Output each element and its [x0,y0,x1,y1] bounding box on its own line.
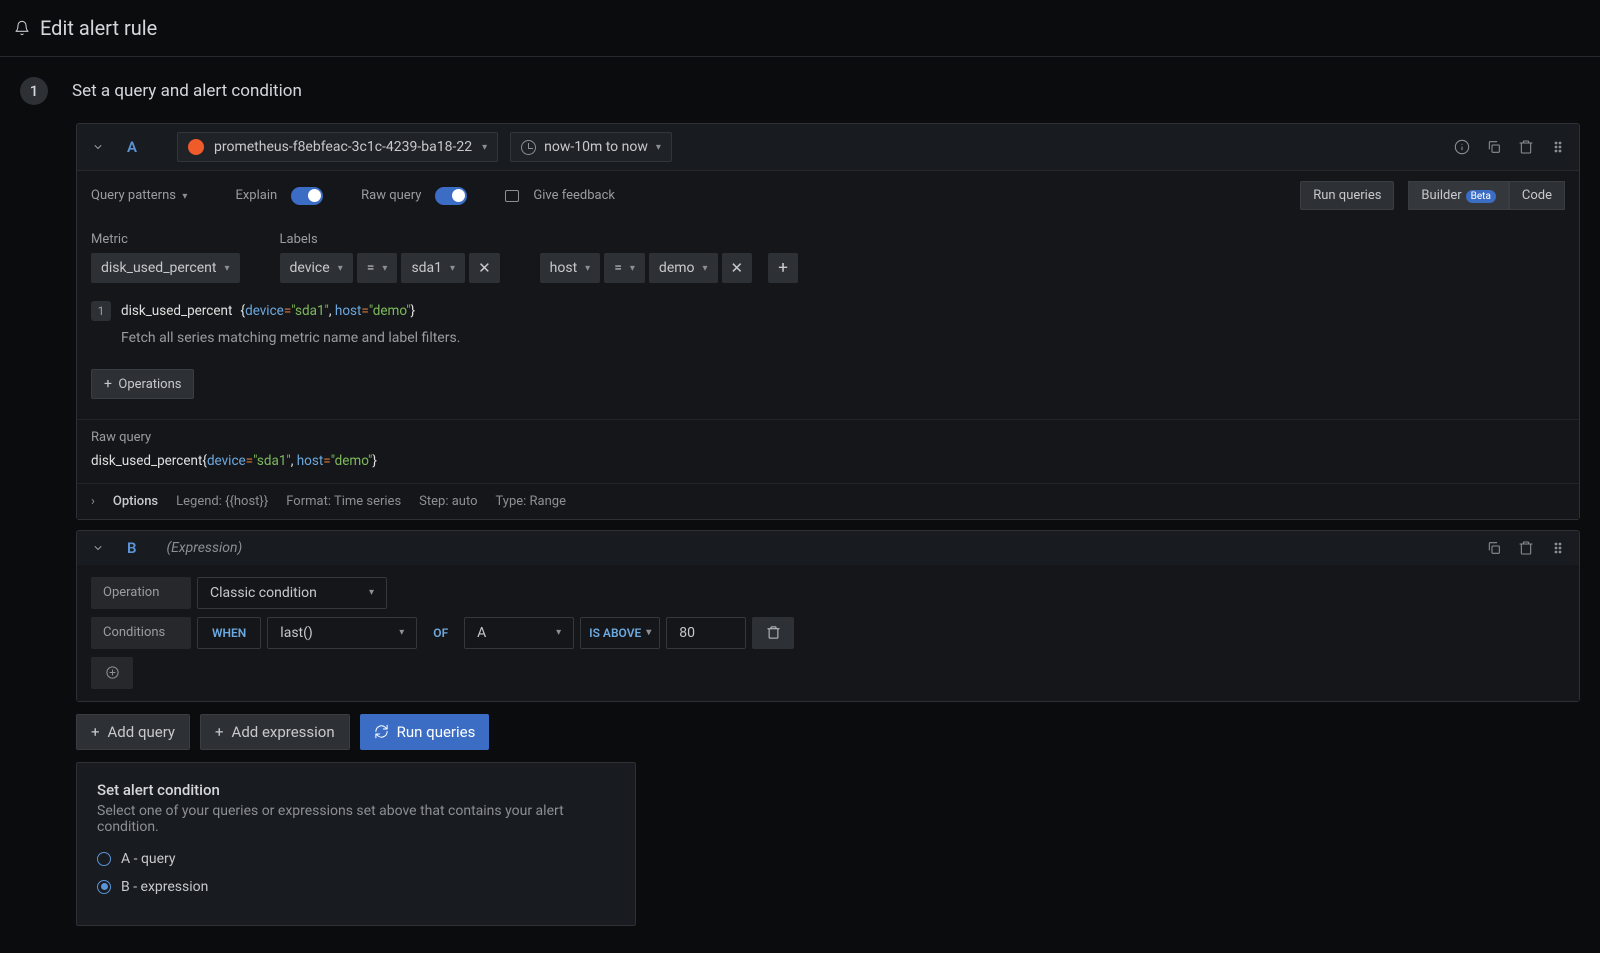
chevron-down-icon: ▾ [224,263,229,274]
info-icon[interactable] [1453,138,1471,156]
feedback-icon [505,190,519,202]
step-number: 1 [20,77,48,105]
raw-query-code: disk_used_percent{device="sda1", host="d… [91,451,1565,473]
alert-condition-option-b[interactable]: B - expression [97,879,615,895]
explain-toggle[interactable] [291,187,323,205]
query-hint: Fetch all series matching metric name an… [121,327,460,349]
time-range-selector[interactable]: now-10m to now ▾ [510,132,672,162]
options-format: Format: Time series [286,494,401,509]
alert-condition-box: Set alert condition Select one of your q… [76,762,636,926]
label-op-2[interactable]: =▾ [604,253,645,283]
label-op-1[interactable]: =▾ [357,253,398,283]
drag-handle-icon[interactable] [1549,539,1567,557]
run-queries-button[interactable]: Run queries [1300,181,1394,210]
comparator-selector[interactable]: IS ABOVE▾ [580,617,660,649]
give-feedback-link[interactable]: Give feedback [533,188,615,203]
options-type: Type: Range [496,494,566,509]
radio-b [97,880,111,894]
builder-mode-button[interactable]: BuilderBeta [1408,181,1508,210]
raw-query-section: Raw query disk_used_percent{device="sda1… [77,419,1579,483]
raw-query-label: Raw query [361,188,421,203]
options-label: Options [113,494,158,509]
add-expression-button[interactable]: +Add expression [200,714,350,750]
metric-value: disk_used_percent [101,260,216,276]
options-row[interactable]: › Options Legend: {{host}} Format: Time … [77,483,1579,519]
alert-condition-title: Set alert condition [97,781,615,799]
clock-icon [521,140,536,155]
query-letter-b: B [127,539,137,557]
labels-field-label: Labels [280,232,500,247]
query-explain-row: 1 disk_used_percent {device="sda1", host… [91,297,1565,359]
action-buttons: +Add query +Add expression Run queries [76,714,1580,750]
radio-a-label: A - query [121,851,176,867]
chevron-down-icon: ▾ [656,142,661,153]
operation-label: Operation [91,577,191,609]
remove-label-2[interactable]: ✕ [722,253,753,283]
metric-field-label: Metric [91,232,240,247]
expression-panel-b: B (Expression) Operation Classic conditi… [76,530,1580,702]
collapse-toggle-b[interactable] [89,539,107,557]
options-legend: Legend: {{host}} [176,494,268,509]
alert-condition-option-a[interactable]: A - query [97,851,615,867]
main-content: 1 Set a query and alert condition A prom… [0,57,1600,946]
query-patterns-dropdown[interactable]: Query patterns ▾ [91,188,187,203]
add-query-button[interactable]: +Add query [76,714,190,750]
collapse-toggle-a[interactable] [89,138,107,156]
when-keyword: WHEN [197,617,261,649]
radio-a [97,852,111,866]
run-queries-button-main[interactable]: Run queries [360,714,490,750]
label-val-1[interactable]: sda1▾ [401,253,465,283]
copy-icon[interactable] [1485,138,1503,156]
bell-icon [14,20,30,36]
of-query-selector[interactable]: A▾ [464,617,574,649]
trash-icon[interactable] [1517,138,1535,156]
conditions-label: Conditions [91,617,191,649]
chevron-down-icon: ▾ [482,142,487,153]
code-line-number: 1 [91,301,111,321]
label-key-2[interactable]: host▾ [540,253,601,283]
page-title: Edit alert rule [40,16,157,40]
query-toolbar: Query patterns ▾ Explain Raw query Give … [77,170,1579,220]
datasource-name: prometheus-f8ebfeac-3c1c-4239-ba18-22 [214,139,472,155]
raw-query-label: Raw query [91,430,1565,445]
panel-a-header: A prometheus-f8ebfeac-3c1c-4239-ba18-22 … [77,124,1579,170]
label-val-2[interactable]: demo▾ [649,253,718,283]
label-key-1[interactable]: device▾ [280,253,353,283]
function-selector[interactable]: last()▾ [267,617,417,649]
datasource-selector[interactable]: prometheus-f8ebfeac-3c1c-4239-ba18-22 ▾ [177,132,498,162]
threshold-input[interactable] [666,617,746,649]
copy-icon[interactable] [1485,539,1503,557]
code-mode-button[interactable]: Code [1509,181,1565,210]
options-step: Step: auto [419,494,477,509]
time-range-label: now-10m to now [544,139,648,155]
query-letter-a: A [127,138,137,156]
raw-query-toggle[interactable] [435,187,467,205]
step-1-header: 1 Set a query and alert condition [20,77,1580,105]
metric-selector[interactable]: disk_used_percent ▾ [91,253,240,283]
of-keyword: OF [423,617,458,649]
explain-label: Explain [235,188,277,203]
drag-handle-icon[interactable] [1549,138,1567,156]
remove-condition-button[interactable] [752,617,794,649]
query-panel-a: A prometheus-f8ebfeac-3c1c-4239-ba18-22 … [76,123,1580,520]
expression-tag: (Expression) [167,540,243,556]
chevron-right-icon: › [91,494,95,509]
alert-condition-subtitle: Select one of your queries or expression… [97,803,615,835]
radio-b-label: B - expression [121,879,208,895]
trash-icon[interactable] [1517,539,1535,557]
operation-selector[interactable]: Classic condition▾ [197,577,387,609]
prometheus-icon [188,139,204,155]
panel-b-header: B (Expression) [77,531,1579,565]
remove-label-1[interactable]: ✕ [469,253,500,283]
page-header: Edit alert rule [0,0,1600,57]
operations-button[interactable]: + Operations [91,369,194,399]
step-title: Set a query and alert condition [72,81,302,101]
add-label-button[interactable]: + [768,253,798,283]
add-condition-button[interactable] [91,657,133,689]
